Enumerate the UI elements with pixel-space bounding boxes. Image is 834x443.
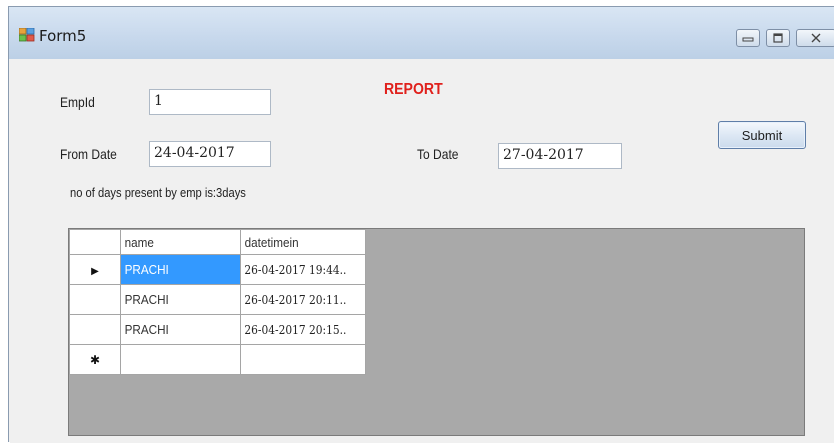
grid-cell-name[interactable]: PRACHI — [120, 314, 241, 345]
close-button[interactable] — [796, 29, 834, 47]
grid-cell-datetimein[interactable]: 26-04-2017 19:44.. — [239, 254, 367, 285]
grid-cell-datetimein-new[interactable] — [239, 344, 367, 375]
to-date-label: To Date — [417, 146, 459, 162]
form-app-icon — [19, 28, 35, 42]
grid-cell-name[interactable]: PRACHI — [120, 254, 241, 285]
grid-cell-name[interactable]: PRACHI — [120, 284, 241, 315]
table-row[interactable]: ▶ PRACHI 26-04-2017 19:44.. — [69, 254, 367, 285]
empid-label: EmpId — [60, 94, 95, 110]
attendance-datagridview[interactable]: name datetimein ▶ PRACHI 26-04-2017 19:4… — [68, 228, 805, 436]
grid-corner-header — [69, 229, 121, 255]
row-header-new[interactable]: ✱ — [69, 344, 121, 375]
title-bar[interactable]: Form5 — [9, 7, 834, 59]
grid-table: name datetimein ▶ PRACHI 26-04-2017 19:4… — [69, 229, 367, 375]
grid-header-row: name datetimein — [69, 229, 367, 255]
maximize-button[interactable] — [766, 29, 790, 47]
row-header-current[interactable]: ▶ — [69, 254, 121, 285]
new-row[interactable]: ✱ — [69, 344, 367, 375]
row-header[interactable] — [69, 314, 121, 345]
table-row[interactable]: PRACHI 26-04-2017 20:11.. — [69, 284, 367, 315]
row-header[interactable] — [69, 284, 121, 315]
minimize-icon — [742, 37, 754, 42]
submit-button[interactable]: Submit — [718, 121, 806, 149]
maximize-icon — [773, 33, 783, 43]
form-client-area: EmpId 1 REPORT From Date 24-04-2017 To D… — [10, 59, 834, 443]
grid-cell-datetimein[interactable]: 26-04-2017 20:11.. — [239, 284, 367, 315]
empid-textbox[interactable]: 1 — [149, 89, 271, 115]
new-row-asterisk-icon: ✱ — [89, 353, 101, 367]
current-row-arrow-icon: ▶ — [91, 266, 99, 277]
from-date-textbox[interactable]: 24-04-2017 — [149, 141, 271, 167]
report-title: REPORT — [384, 81, 443, 98]
column-header-datetimein[interactable]: datetimein — [239, 229, 367, 255]
grid-cell-datetimein[interactable]: 26-04-2017 20:15.. — [239, 314, 367, 345]
window-title: Form5 — [39, 27, 87, 45]
close-icon — [811, 33, 821, 43]
form5-window: Form5 EmpId 1 REPORT From Date 24-04-201… — [8, 6, 834, 443]
from-date-label: From Date — [60, 146, 117, 162]
minimize-button[interactable] — [736, 29, 760, 47]
days-present-label: no of days present by emp is:3days — [70, 185, 246, 200]
table-row[interactable]: PRACHI 26-04-2017 20:15.. — [69, 314, 367, 345]
column-header-name[interactable]: name — [120, 229, 241, 255]
to-date-textbox[interactable]: 27-04-2017 — [498, 143, 622, 169]
grid-cell-name-new[interactable] — [120, 344, 241, 375]
